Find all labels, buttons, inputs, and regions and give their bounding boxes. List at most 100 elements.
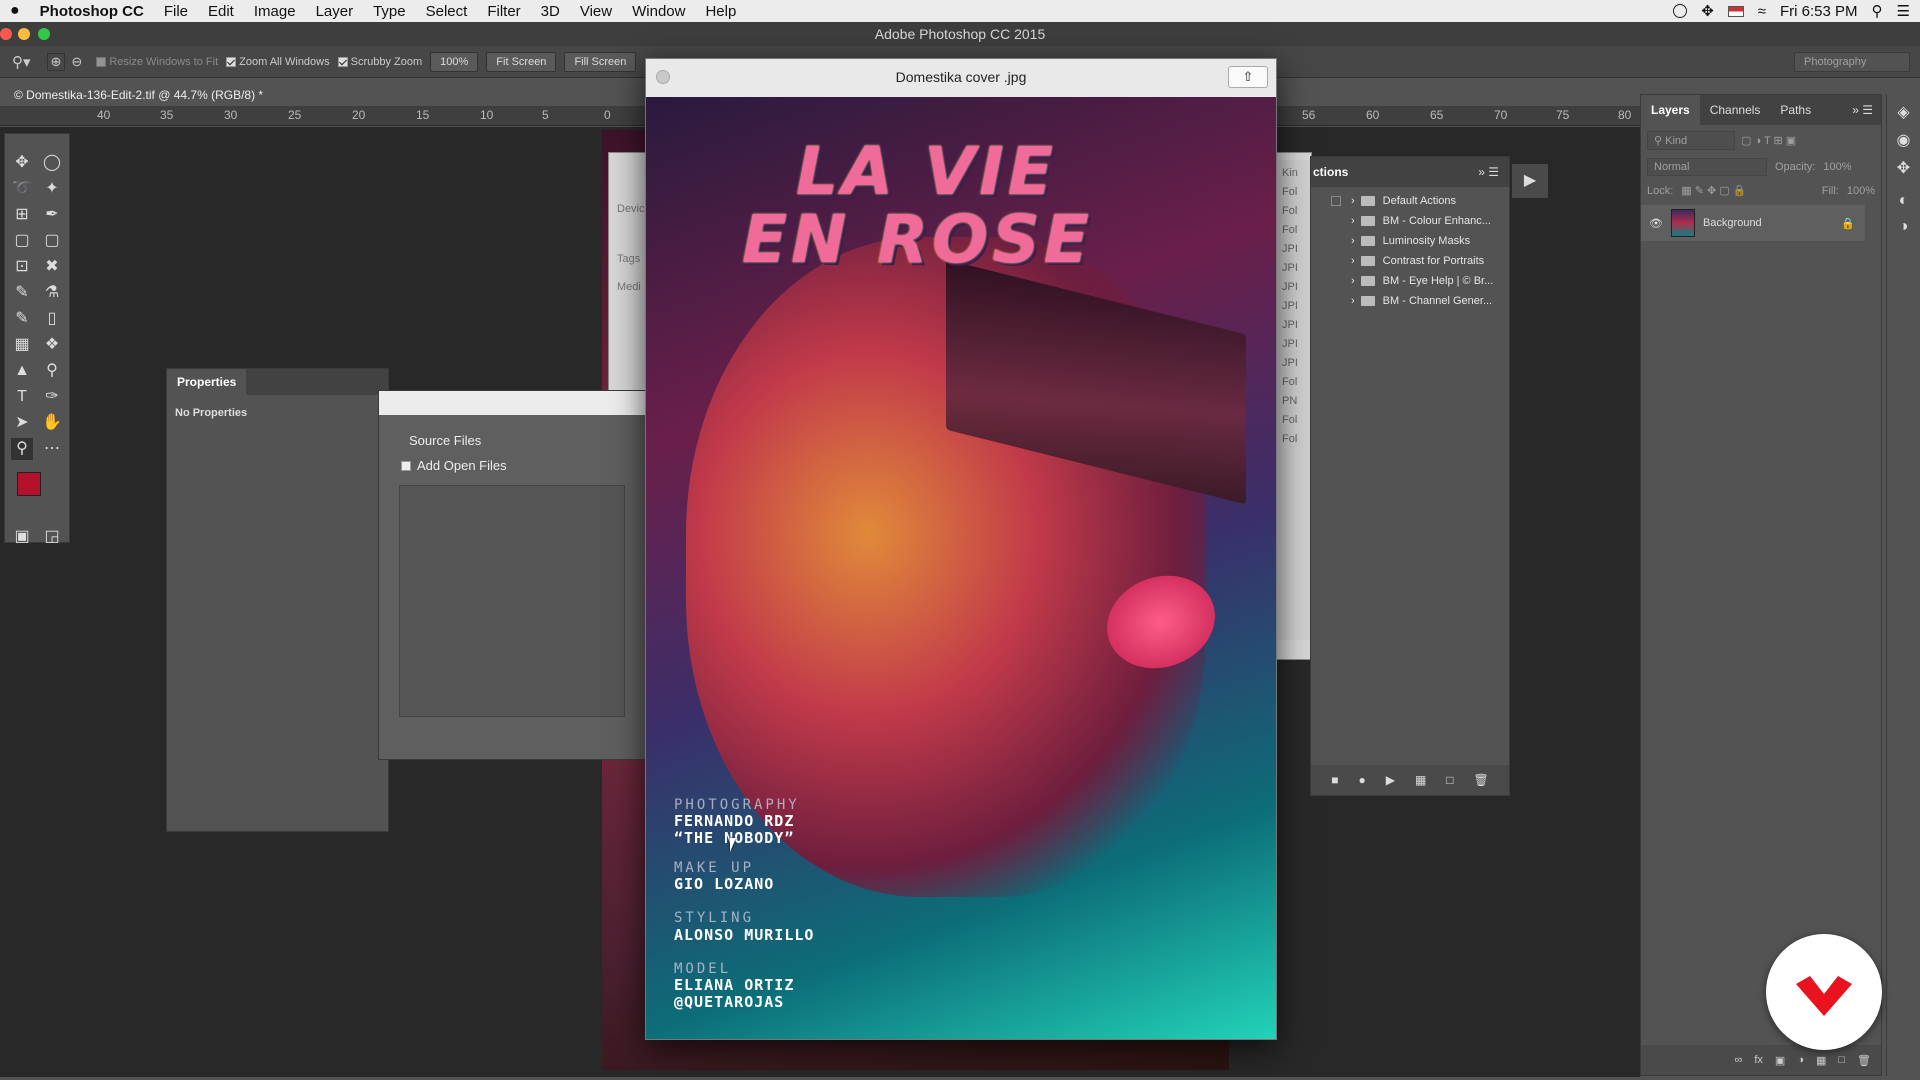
zoom-tool-icon[interactable]: ⚲: [11, 438, 33, 460]
adjustment-layer-icon[interactable]: ◑: [1797, 1054, 1804, 1066]
opacity-input[interactable]: 100%: [1823, 161, 1851, 173]
menu-file[interactable]: File: [154, 3, 198, 20]
quick-select-tool-icon[interactable]: ✦: [41, 178, 63, 200]
clone-stamp-icon[interactable]: ⚗: [41, 282, 63, 304]
new-action-icon[interactable]: □: [1446, 773, 1453, 787]
paths-panel-icon[interactable]: ✥: [1887, 158, 1920, 178]
apple-menu-icon[interactable]: ●: [0, 2, 30, 20]
delete-layer-icon[interactable]: 🗑: [1857, 1054, 1871, 1067]
crop-tool-icon[interactable]: ⊞: [11, 204, 33, 226]
marquee-tool-icon[interactable]: ◯: [41, 152, 63, 174]
fill-screen-button[interactable]: Fill Screen: [564, 51, 637, 72]
flag-input-icon[interactable]: [1727, 5, 1744, 17]
delete-icon[interactable]: 🗑: [1474, 773, 1489, 787]
zoom-all-windows-checkbox[interactable]: Zoom All Windows: [226, 56, 330, 68]
paths-tab[interactable]: Paths: [1770, 97, 1821, 123]
more-tools-icon[interactable]: ⋯: [41, 438, 63, 460]
action-set-item[interactable]: › BM - Colour Enhanc...: [1331, 211, 1491, 231]
panel-menu-icon[interactable]: » ☰: [1478, 165, 1499, 179]
fill-input[interactable]: 100%: [1847, 185, 1875, 197]
panel-menu-icon[interactable]: » ☰: [1852, 103, 1873, 117]
layers-tab[interactable]: Layers: [1641, 95, 1700, 125]
sharpen-tool-icon[interactable]: ▲: [11, 360, 33, 382]
blur-tool-icon[interactable]: ❖: [41, 334, 63, 356]
menu-image[interactable]: Image: [244, 3, 306, 20]
resize-windows-checkbox[interactable]: Resize Windows to Fit: [96, 56, 218, 68]
foreground-color-swatch[interactable]: [17, 472, 41, 496]
menu-select[interactable]: Select: [416, 3, 478, 20]
visibility-eye-icon[interactable]: 👁: [1649, 217, 1663, 230]
close-preview-icon[interactable]: [656, 70, 670, 84]
zoom-out-icon[interactable]: ⊖: [71, 54, 82, 70]
transform-icon[interactable]: ✖: [41, 256, 63, 278]
adjustments-panel-icon[interactable]: ◐: [1887, 192, 1920, 210]
new-set-icon[interactable]: ▦: [1415, 773, 1426, 787]
type-tool-icon[interactable]: T: [11, 386, 33, 408]
blend-mode-select[interactable]: Normal: [1647, 158, 1767, 176]
path-select-icon[interactable]: ➤: [11, 412, 33, 434]
stop-icon[interactable]: ■: [1331, 773, 1338, 787]
action-set-item[interactable]: › BM - Eye Help | © Br...: [1331, 271, 1493, 291]
screen-mode-icon[interactable]: ◲: [41, 526, 63, 548]
healing-brush-icon[interactable]: ▢: [11, 230, 33, 252]
scrubby-zoom-checkbox[interactable]: Scrubby Zoom: [337, 56, 422, 68]
minimize-window-icon[interactable]: [18, 28, 30, 40]
record-status-icon[interactable]: [1673, 4, 1688, 18]
quick-mask-icon[interactable]: ▣: [11, 526, 33, 548]
notification-center-icon[interactable]: ☰: [1897, 2, 1910, 20]
source-files-list[interactable]: [399, 485, 625, 717]
hand-tool-icon[interactable]: ✋: [41, 412, 63, 434]
menu-view[interactable]: View: [570, 3, 622, 20]
layers-panel-icon[interactable]: ◈: [1887, 102, 1920, 122]
menu-help[interactable]: Help: [695, 3, 746, 20]
content-aware-icon[interactable]: ⊡: [11, 256, 33, 278]
spot-heal-icon[interactable]: ▢: [41, 230, 63, 252]
share-button-icon[interactable]: ⇧: [1228, 66, 1268, 88]
play-icon[interactable]: ▶: [1386, 773, 1395, 787]
link-layers-icon[interactable]: ∞: [1735, 1054, 1743, 1066]
fit-screen-button[interactable]: Fit Screen: [486, 51, 557, 72]
clock[interactable]: Fri 6:53 PM: [1780, 3, 1858, 20]
channels-panel-icon[interactable]: ◉: [1887, 130, 1920, 150]
network-status-icon[interactable]: ✥: [1701, 2, 1714, 20]
add-mask-icon[interactable]: ▣: [1775, 1054, 1785, 1067]
gradient-tool-icon[interactable]: ▦: [11, 334, 33, 356]
add-open-files-checkbox[interactable]: Add Open Files: [379, 452, 645, 479]
close-window-icon[interactable]: [0, 28, 12, 40]
menu-window[interactable]: Window: [622, 3, 695, 20]
record-icon[interactable]: ●: [1358, 773, 1365, 787]
fx-icon[interactable]: fx: [1754, 1054, 1763, 1066]
eyedropper-tool-icon[interactable]: ✒: [41, 204, 63, 226]
styles-panel-icon[interactable]: ◑: [1887, 218, 1920, 236]
lock-icons[interactable]: ▦ ✎ ✥ ▢ 🔒: [1681, 184, 1746, 197]
menu-filter[interactable]: Filter: [477, 3, 530, 20]
channels-tab[interactable]: Channels: [1700, 97, 1771, 123]
menu-edit[interactable]: Edit: [198, 3, 244, 20]
filter-icons[interactable]: ▢ ◑ T ⊞ ▣: [1741, 134, 1796, 147]
actions-play-icon[interactable]: ▶: [1512, 164, 1548, 198]
action-set-item[interactable]: › Luminosity Masks: [1331, 231, 1470, 251]
layer-row-background[interactable]: 👁 Background 🔒: [1641, 205, 1865, 241]
spotlight-search-icon[interactable]: ⚲: [1872, 2, 1883, 20]
pen-tool-icon[interactable]: ✑: [41, 386, 63, 408]
dodge-tool-icon[interactable]: ⚲: [41, 360, 63, 382]
menu-type[interactable]: Type: [363, 3, 416, 20]
app-menu[interactable]: Photoshop CC: [30, 3, 154, 20]
kind-filter-select[interactable]: ⚲ Kind: [1647, 131, 1735, 150]
eraser-tool-icon[interactable]: ▯: [41, 308, 63, 330]
properties-tab[interactable]: Properties: [167, 369, 247, 395]
brush-tool-icon[interactable]: ✎: [11, 282, 33, 304]
zoom-tool-icon[interactable]: ⚲▾: [12, 53, 31, 71]
action-set-item[interactable]: › Default Actions: [1331, 191, 1456, 211]
wifi-icon[interactable]: ≈: [1758, 3, 1766, 20]
zoom-in-icon[interactable]: ⊕: [46, 52, 66, 71]
new-layer-icon[interactable]: □: [1838, 1054, 1845, 1066]
action-set-item[interactable]: › BM - Channel Gener...: [1331, 291, 1492, 311]
history-brush-icon[interactable]: ✎: [11, 308, 33, 330]
new-group-icon[interactable]: ▦: [1816, 1054, 1826, 1067]
lasso-tool-icon[interactable]: ➰: [11, 178, 33, 200]
actions-tab[interactable]: ctions: [1311, 159, 1359, 185]
document-tab[interactable]: © Domestika-136-Edit-2.tif @ 44.7% (RGB/…: [0, 84, 300, 106]
move-tool-icon[interactable]: ✥: [11, 152, 33, 174]
zoom-100-button[interactable]: 100%: [430, 51, 479, 72]
